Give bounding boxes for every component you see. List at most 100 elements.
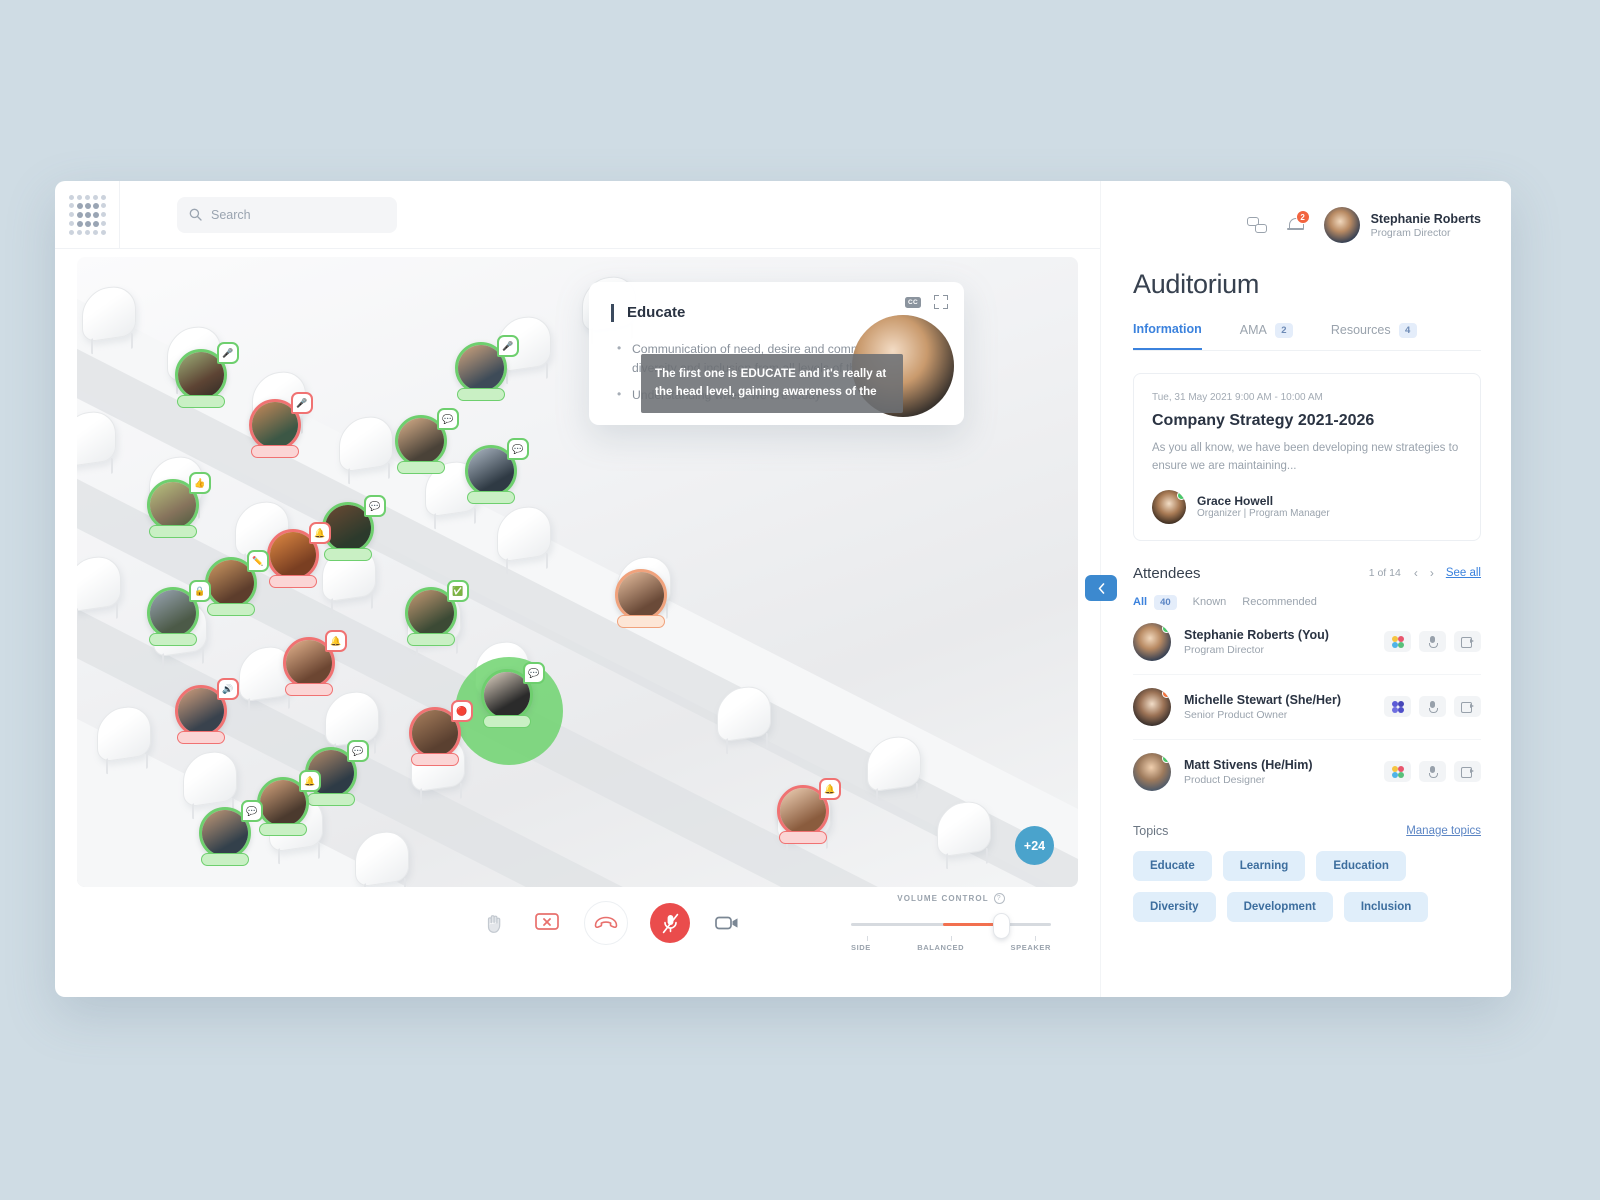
search-input[interactable] <box>211 207 371 222</box>
search-box[interactable] <box>177 196 397 233</box>
notifications-button[interactable]: 2 <box>1286 210 1310 234</box>
seat-name-pill <box>407 633 455 646</box>
dot-grid-logo-icon <box>68 194 106 235</box>
seat-avatar[interactable]: 🎤 <box>455 335 519 401</box>
seat-avatar[interactable]: 🔔 <box>267 522 331 588</box>
tick-label-side: SIDE <box>851 943 871 952</box>
see-all-link[interactable]: See all <box>1446 567 1481 579</box>
seat-badge-icon: 🔔 <box>819 778 841 800</box>
seat-name-pill <box>251 445 299 458</box>
user-profile[interactable]: Stephanie Roberts Program Director <box>1323 207 1481 243</box>
overflow-attendees-badge[interactable]: +24 <box>1015 826 1054 865</box>
mic-icon[interactable] <box>1419 761 1446 783</box>
seat-name-pill <box>149 633 197 646</box>
topic-chip[interactable]: Development <box>1226 891 1333 922</box>
call-controls-bar: VOLUME CONTROL ? SIDE BALANCED SPEAKER <box>55 887 1100 997</box>
seat-avatar[interactable]: 🔒 <box>147 580 211 646</box>
chevron-left-icon <box>1098 582 1104 594</box>
tab-resources[interactable]: Resources 4 <box>1331 322 1417 350</box>
seat-avatar[interactable] <box>615 569 667 628</box>
attendees-pagination: 1 of 14 <box>1368 567 1401 580</box>
attendees-prev-button[interactable]: ‹ <box>1414 566 1418 580</box>
seat-name-pill <box>269 575 317 588</box>
tab-label: AMA <box>1239 323 1267 337</box>
slide-card-icons: CC <box>905 295 948 309</box>
filter-all[interactable]: All 40 <box>1133 594 1177 610</box>
filter-label: All <box>1133 596 1148 609</box>
seat-badge-icon: 🔔 <box>299 770 321 792</box>
collapse-sidebar-button[interactable] <box>1085 575 1117 601</box>
camera-icon[interactable] <box>1454 631 1481 653</box>
topic-chip[interactable]: Educate <box>1133 850 1212 881</box>
seat-avatar[interactable]: 🔴 <box>409 700 473 766</box>
camera-icon[interactable] <box>1454 761 1481 783</box>
seat-avatar[interactable]: 💬 <box>481 662 545 728</box>
slider-ticks <box>851 936 1051 943</box>
topic-chip[interactable]: Education <box>1316 850 1406 881</box>
topics-title: Topics <box>1133 823 1169 838</box>
seat-avatar[interactable]: 🎤 <box>249 392 313 458</box>
apps-icon[interactable] <box>1384 761 1411 783</box>
tab-information[interactable]: Information <box>1133 322 1202 350</box>
screen-x-icon <box>535 913 559 930</box>
session-time: Tue, 31 May 2021 9:00 AM - 10:00 AM <box>1152 392 1323 403</box>
seat-avatar[interactable]: 🔔 <box>777 778 841 844</box>
topic-chip[interactable]: Diversity <box>1133 891 1216 922</box>
notification-badge: 2 <box>1295 210 1310 224</box>
mic-icon[interactable] <box>1419 631 1446 653</box>
auditorium-scene[interactable]: 🎤 🎤 👍 💬 🔔 ✏️ 🔒 💬 🎤 💬 🔔 🔊 ✅ 💬 🔔 💬 💬 🔴 🔔 C… <box>77 257 1078 887</box>
fullscreen-icon[interactable] <box>934 295 948 309</box>
topic-chip[interactable]: Learning <box>1222 850 1306 881</box>
seat-badge-icon: 🎤 <box>497 335 519 357</box>
tab-ama[interactable]: AMA 2 <box>1240 322 1293 350</box>
seat-badge-icon: 🔴 <box>451 700 473 722</box>
stop-screenshare-button[interactable] <box>532 908 562 938</box>
seat-avatar[interactable]: 💬 <box>395 408 459 474</box>
seat-avatar[interactable]: 🔊 <box>175 678 239 744</box>
seat-name-pill <box>467 491 515 504</box>
seat-name-pill <box>457 388 505 401</box>
session-organizer[interactable]: Grace Howell Organizer | Program Manager <box>1152 489 1462 524</box>
seat-avatar[interactable]: ✅ <box>405 580 469 646</box>
seat-avatar[interactable]: 💬 <box>199 800 263 866</box>
attendee-name: Michelle Stewart (She/Her) <box>1184 692 1341 707</box>
manage-topics-link[interactable]: Manage topics <box>1406 825 1481 837</box>
call-controls-group <box>480 901 742 945</box>
camera-icon <box>715 916 738 930</box>
closed-caption-icon[interactable]: CC <box>905 296 921 308</box>
info-icon[interactable]: ? <box>993 893 1005 904</box>
apps-icon[interactable] <box>1384 696 1411 718</box>
volume-slider[interactable] <box>851 913 1051 939</box>
session-description: As you all know, we have been developing… <box>1152 442 1459 473</box>
seat-avatar[interactable]: 🔔 <box>257 770 321 836</box>
table-row[interactable]: Matt Stivens (He/Him) Product Designer <box>1133 740 1481 804</box>
hangup-button[interactable] <box>584 901 628 945</box>
seat-avatar[interactable]: 👍 <box>147 472 211 538</box>
chat-icon[interactable] <box>1246 216 1267 234</box>
slide-overlay-card[interactable]: CC Educate Communication of need, desire… <box>589 282 964 425</box>
mic-icon[interactable] <box>1419 696 1446 718</box>
logo-button[interactable] <box>55 181 120 249</box>
seat-avatar[interactable]: 💬 <box>465 438 529 504</box>
seat-avatar[interactable]: 🎤 <box>175 342 239 408</box>
volume-control[interactable]: VOLUME CONTROL ? SIDE BALANCED SPEAKER <box>851 893 1051 952</box>
table-row[interactable]: Michelle Stewart (She/Her) Senior Produc… <box>1133 675 1481 740</box>
mute-mic-button[interactable] <box>650 903 690 943</box>
session-card[interactable]: Tue, 31 May 2021 9:00 AM - 10:00 AM Comp… <box>1133 373 1481 541</box>
filter-recommended[interactable]: Recommended <box>1242 596 1317 608</box>
table-row[interactable]: Stephanie Roberts (You) Program Director <box>1133 610 1481 675</box>
filter-known[interactable]: Known <box>1193 596 1227 608</box>
seat-avatar[interactable]: 🔔 <box>283 630 347 696</box>
tick-label-speaker: SPEAKER <box>1010 943 1051 952</box>
attendees-next-button[interactable]: › <box>1430 566 1434 580</box>
camera-button[interactable] <box>712 908 742 938</box>
slider-fill <box>943 923 999 926</box>
camera-icon[interactable] <box>1454 696 1481 718</box>
topic-chip[interactable]: Inclusion <box>1343 891 1429 922</box>
seat-avatar[interactable]: ✏️ <box>205 550 269 616</box>
seat-badge-icon: 💬 <box>437 408 459 430</box>
stage-panel: 🎤 🎤 👍 💬 🔔 <box>55 181 1117 997</box>
apps-icon[interactable] <box>1384 631 1411 653</box>
raise-hand-button[interactable] <box>480 908 510 938</box>
avatar <box>1133 687 1171 726</box>
